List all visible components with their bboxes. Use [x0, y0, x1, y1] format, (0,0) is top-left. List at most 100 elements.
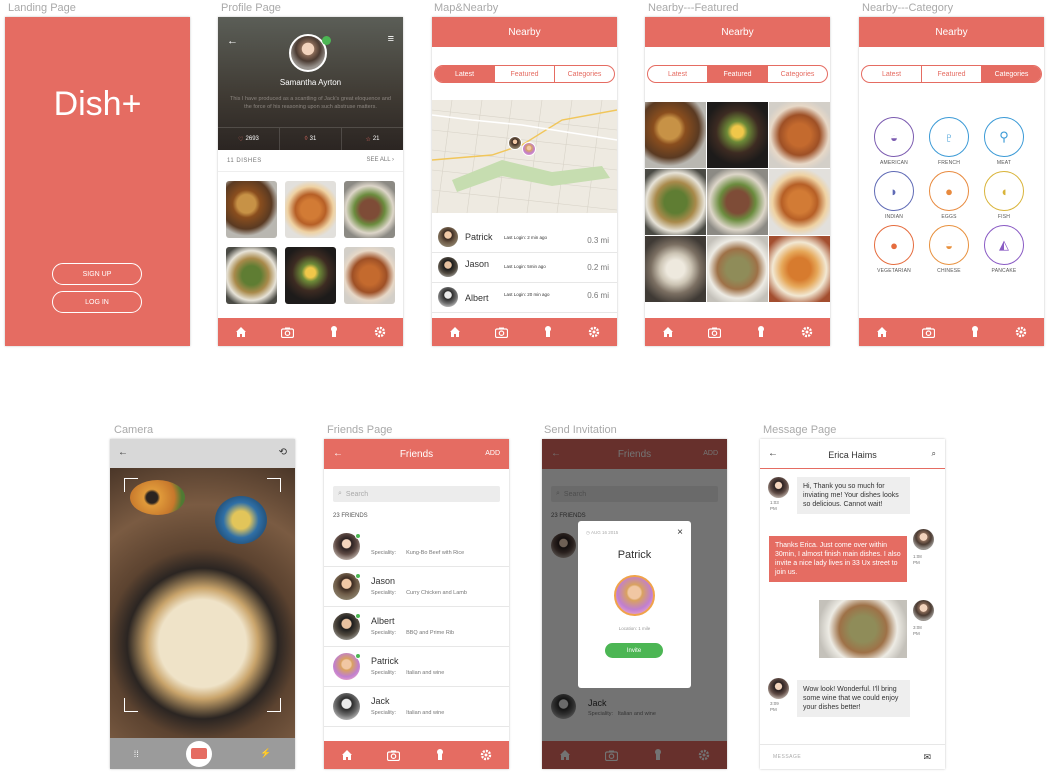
tab-bar [645, 318, 830, 346]
chef-icon[interactable] [433, 748, 447, 762]
back-arrow-icon[interactable]: ← [227, 35, 238, 47]
invite-button[interactable]: Invite [605, 643, 663, 658]
back-arrow-icon[interactable]: ← [333, 448, 343, 459]
search-field[interactable]: ⌕ Search [333, 486, 500, 502]
dish-thumb[interactable] [344, 247, 395, 304]
dish-thumb[interactable] [226, 181, 277, 238]
msg-time: 3:09 PM [770, 701, 779, 712]
message-input[interactable]: MESSAGE [773, 754, 801, 760]
category-fish[interactable]: ◖ [984, 171, 1024, 211]
tab-categories[interactable]: Categories [768, 66, 827, 82]
send-icon[interactable]: ✉ [923, 752, 931, 763]
search-icon: ⌕ [338, 490, 342, 497]
category-indian[interactable]: ◗ [874, 171, 914, 211]
category-meat[interactable]: ⚲ [984, 117, 1024, 157]
category-eggs[interactable]: ● [929, 171, 969, 211]
gear-icon[interactable] [587, 325, 601, 339]
map-screen: Nearby Latest Featured Categories Patric… [432, 17, 617, 346]
stat-stars[interactable]: ☆ 21 [342, 128, 403, 150]
tab-latest[interactable]: Latest [862, 66, 922, 82]
friend-row[interactable]: Speciality: Kung-Bo Beef with Rice [324, 527, 509, 567]
camera-viewfinder[interactable] [110, 468, 295, 738]
close-icon[interactable]: × [677, 527, 683, 538]
board-label-category: Nearby---Category [862, 2, 954, 14]
featured-dish[interactable] [707, 102, 768, 168]
frame-corner [124, 478, 138, 492]
category-pancake[interactable]: ◭ [984, 225, 1024, 265]
chef-icon[interactable] [327, 325, 341, 339]
board-label-invite: Send Invitation [544, 424, 617, 436]
category-vegetarian[interactable]: ● [874, 225, 914, 265]
nearby-row[interactable]: Jason Last Login: 5min ago 0.2 mi [432, 253, 617, 283]
category-french[interactable]: ♇ [929, 117, 969, 157]
dish-thumb[interactable] [285, 247, 336, 304]
home-icon[interactable] [234, 325, 248, 339]
category-label: CHINESE [937, 268, 961, 274]
map-pin-avatar[interactable] [508, 136, 522, 150]
dish-thumb[interactable] [285, 181, 336, 238]
category-chinese[interactable]: ◒ [929, 225, 969, 265]
profile-stats: ♡ 2693 ◊ 31 ☆ 21 [218, 127, 403, 150]
tab-categories[interactable]: Categories [555, 66, 614, 82]
menu-add-icon[interactable]: ≡ [388, 33, 394, 45]
stat-likes[interactable]: ♡ 2693 [218, 128, 280, 150]
chef-icon[interactable] [754, 325, 768, 339]
map-view[interactable] [432, 100, 617, 213]
french-icon: ♇ [944, 129, 954, 145]
tab-latest[interactable]: Latest [435, 66, 495, 82]
featured-dish[interactable] [769, 169, 830, 235]
see-all-link[interactable]: SEE ALL › [367, 157, 394, 163]
featured-dish[interactable] [769, 102, 830, 168]
tab-featured[interactable]: Featured [922, 66, 982, 82]
friend-row[interactable]: Jason Speciality: Curry Chicken and Lamb [324, 567, 509, 607]
tab-categories[interactable]: Categories [982, 66, 1041, 82]
nearby-row[interactable]: Albert Last Login: 20 min ago 0.6 mi [432, 283, 617, 313]
tab-featured[interactable]: Featured [708, 66, 768, 82]
search-icon[interactable]: ⌕ [932, 449, 936, 459]
featured-dish[interactable] [645, 169, 706, 235]
home-icon[interactable] [661, 325, 675, 339]
category-american[interactable]: ◒ [874, 117, 914, 157]
featured-dish[interactable] [645, 102, 706, 168]
gear-icon[interactable] [373, 325, 387, 339]
camera-icon[interactable] [707, 325, 721, 339]
home-icon[interactable] [340, 748, 354, 762]
gear-icon[interactable] [479, 748, 493, 762]
home-icon[interactable] [448, 325, 462, 339]
featured-dish[interactable] [769, 236, 830, 302]
camera-screen: ← ⟲ ⁞⁞ ⚡ [110, 439, 295, 769]
gear-icon[interactable] [1014, 325, 1028, 339]
speciality-value: Italian and wine [406, 710, 445, 716]
chef-icon[interactable] [541, 325, 555, 339]
home-icon[interactable] [875, 325, 889, 339]
flash-icon[interactable]: ⚡ [260, 748, 271, 759]
dish-thumb[interactable] [344, 181, 395, 238]
message-photo[interactable] [819, 600, 907, 658]
friend-row[interactable]: Albert Speciality: BBQ and Prime Rib [324, 607, 509, 647]
camera-icon[interactable] [386, 748, 400, 762]
friend-row[interactable]: Jack Speciality: Italian and wine [324, 687, 509, 727]
chef-icon[interactable] [968, 325, 982, 339]
login-button[interactable]: LOG IN [52, 291, 142, 313]
featured-dish[interactable] [707, 169, 768, 235]
map-pin-avatar[interactable] [522, 142, 536, 156]
grid-icon[interactable]: ⁞⁞ [134, 749, 139, 759]
switch-camera-icon[interactable]: ⟲ [279, 447, 287, 458]
shutter-button[interactable] [186, 740, 213, 767]
gear-icon[interactable] [800, 325, 814, 339]
tab-featured[interactable]: Featured [495, 66, 555, 82]
camera-icon[interactable] [921, 325, 935, 339]
signup-button[interactable]: SIGN UP [52, 263, 142, 285]
add-button[interactable]: ADD [485, 450, 500, 457]
stat-dishes[interactable]: ◊ 31 [280, 128, 342, 150]
friend-row[interactable]: Patrick Speciality: Italian and wine [324, 647, 509, 687]
nearby-row[interactable]: Patrick Last Login: 2 min ago 0.3 mi [432, 223, 617, 253]
camera-icon[interactable] [280, 325, 294, 339]
back-arrow-icon[interactable]: ← [118, 447, 128, 458]
tab-latest[interactable]: Latest [648, 66, 708, 82]
meat-icon: ⚲ [999, 129, 1009, 144]
camera-icon[interactable] [494, 325, 508, 339]
featured-dish[interactable] [707, 236, 768, 302]
dish-thumb[interactable] [226, 247, 277, 304]
featured-dish[interactable] [645, 236, 706, 302]
